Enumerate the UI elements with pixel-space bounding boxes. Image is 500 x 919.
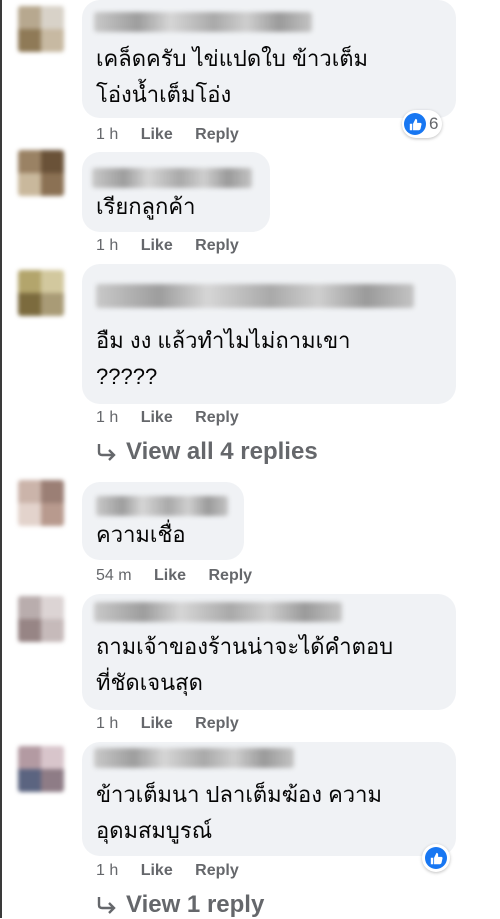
window-edge <box>0 0 2 918</box>
reply-button[interactable]: Reply <box>195 126 239 143</box>
reply-button[interactable]: Reply <box>195 862 239 879</box>
comment-actions: 1 h Like Reply <box>96 237 239 255</box>
comment-bubble: ข้าวเต็มนา ปลาเต็มฆ้อง ความ อุดมสมบูรณ์ <box>82 742 456 856</box>
comment-text-line: ????? <box>96 364 158 389</box>
thumbs-up-icon <box>425 847 447 869</box>
comment-actions: 1 h Like Reply <box>96 409 239 427</box>
commenter-name-blurred[interactable] <box>96 496 228 516</box>
thumbs-up-icon <box>404 113 426 135</box>
avatar[interactable] <box>18 270 64 316</box>
comment-time[interactable]: 54 m <box>96 567 132 584</box>
comment-time[interactable]: 1 h <box>96 237 118 254</box>
comment-time[interactable]: 1 h <box>96 126 118 143</box>
avatar[interactable] <box>18 6 64 52</box>
comment-bubble: เรียกลูกค้า <box>82 152 270 232</box>
avatar[interactable] <box>18 746 64 792</box>
comment-text-line: อืม งง แล้วทำไมไม่ถามเขา <box>96 328 351 353</box>
reply-button[interactable]: Reply <box>195 409 239 426</box>
commenter-name-blurred[interactable] <box>92 168 252 188</box>
comment-text-line: ที่ชัดเจนสุด <box>96 670 203 695</box>
comment-actions: 1 h Like Reply <box>96 126 239 144</box>
avatar[interactable] <box>18 596 64 642</box>
reaction-badge[interactable]: 6 <box>402 110 443 138</box>
commenter-name-blurred[interactable] <box>94 12 312 32</box>
view-replies-label: View 1 reply <box>126 891 265 918</box>
reaction-badge[interactable] <box>422 844 450 872</box>
comment-text-line: เคล็ดครับ ไข่แปดใบ ข้าวเต็ม <box>96 46 369 71</box>
comment-time[interactable]: 1 h <box>96 409 118 426</box>
comment-bubble: อืม งง แล้วทำไมไม่ถามเขา ????? <box>82 264 456 404</box>
commenter-name-blurred[interactable] <box>96 284 414 308</box>
commenter-name-blurred[interactable] <box>94 748 294 768</box>
reply-button[interactable]: Reply <box>209 567 253 584</box>
comment-text-line: อุดมสมบูรณ์ <box>96 818 213 843</box>
comment-bubble: เคล็ดครับ ไข่แปดใบ ข้าวเต็ม โอ่งน้ำเต็มโ… <box>82 0 456 118</box>
comment-actions: 1 h Like Reply <box>96 715 239 733</box>
comment-text-line: โอ่งน้ำเต็มโอ่ง <box>96 82 232 107</box>
comment-time[interactable]: 1 h <box>96 715 118 732</box>
comment-text-line: เรียกลูกค้า <box>96 194 196 219</box>
commenter-name-blurred[interactable] <box>94 602 342 622</box>
like-button[interactable]: Like <box>141 237 173 254</box>
like-button[interactable]: Like <box>154 567 186 584</box>
avatar[interactable] <box>18 150 64 196</box>
view-replies-link[interactable]: View all 4 replies <box>96 438 318 466</box>
comment-bubble: ถามเจ้าของร้านน่าจะได้คำตอบ ที่ชัดเจนสุด <box>82 594 456 710</box>
reply-button[interactable]: Reply <box>195 715 239 732</box>
like-button[interactable]: Like <box>141 715 173 732</box>
like-button[interactable]: Like <box>141 126 173 143</box>
comment-text-line: ความเชื่อ <box>96 522 186 547</box>
view-replies-label: View all 4 replies <box>126 438 318 465</box>
like-button[interactable]: Like <box>141 862 173 879</box>
comment-bubble: ความเชื่อ <box>82 482 244 560</box>
like-button[interactable]: Like <box>141 409 173 426</box>
comment-time[interactable]: 1 h <box>96 862 118 879</box>
reply-button[interactable]: Reply <box>195 237 239 254</box>
comment-actions: 54 m Like Reply <box>96 567 252 585</box>
comment-text-line: ถามเจ้าของร้านน่าจะได้คำตอบ <box>96 634 394 659</box>
comment-actions: 1 h Like Reply <box>96 862 239 880</box>
view-replies-link[interactable]: View 1 reply <box>96 891 264 919</box>
avatar[interactable] <box>18 480 64 526</box>
reply-arrow-icon <box>97 897 116 914</box>
reaction-count: 6 <box>429 114 439 133</box>
comment-text-line: ข้าวเต็มนา ปลาเต็มฆ้อง ความ <box>96 782 382 807</box>
reply-arrow-icon <box>97 444 116 461</box>
